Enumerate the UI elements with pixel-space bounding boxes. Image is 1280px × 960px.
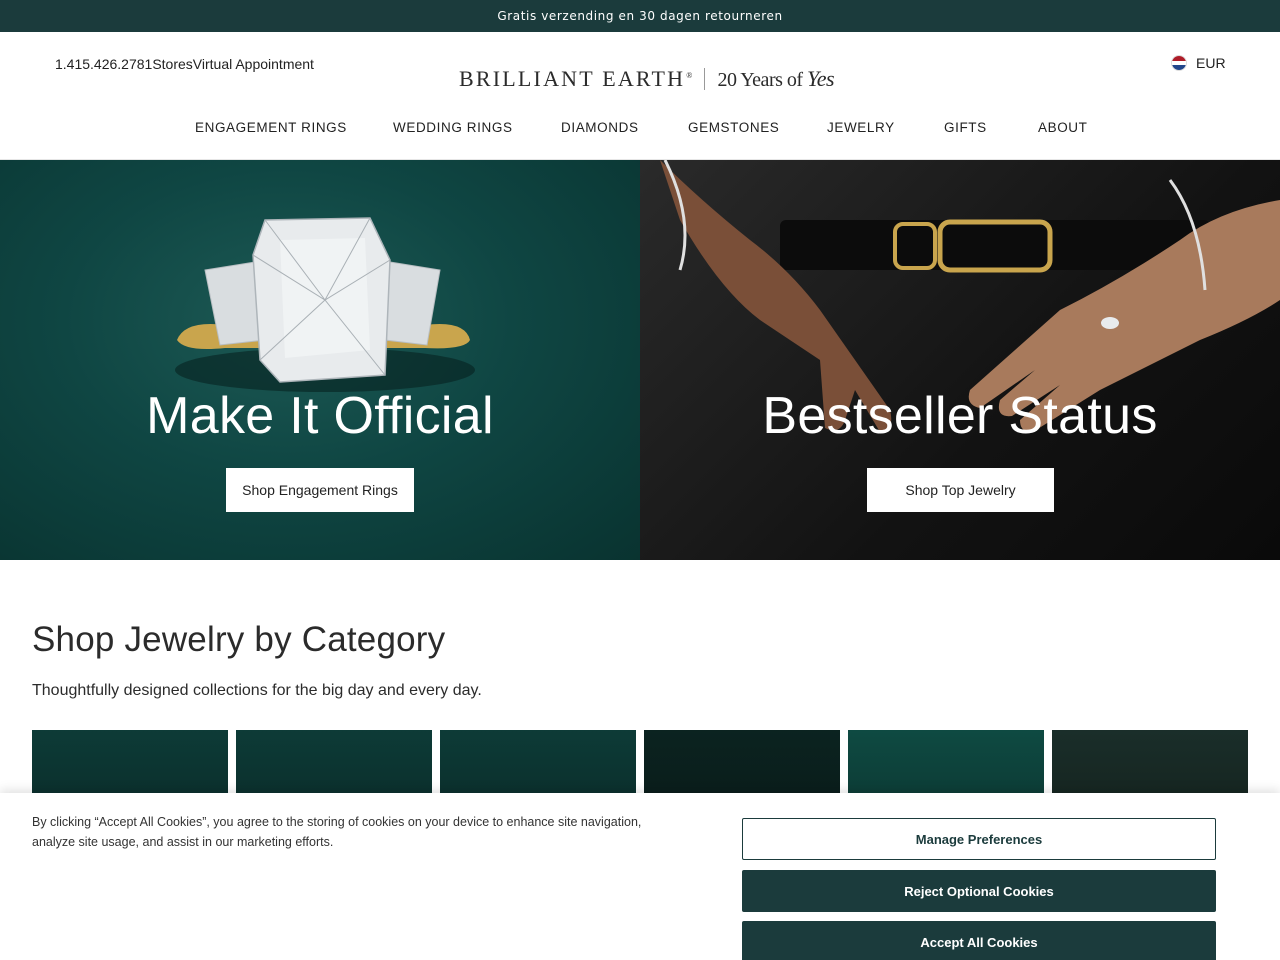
hero-banner: Make It Official Shop Engagement Rings B… [0,160,1280,560]
nav-jewelry[interactable]: JEWELRY [827,120,895,135]
nav-diamonds[interactable]: DIAMONDS [561,120,639,135]
currency-selector[interactable]: EUR [1171,55,1226,71]
logo-tagline: 20 Years of Yes [717,66,835,91]
phone-link[interactable]: 1.415.426.2781 [55,56,152,72]
category-section: Shop Jewelry by Category Thoughtfully de… [32,620,1248,700]
utility-links: 1.415.426.2781 Stores Virtual Appointmen… [55,56,314,72]
hero-title-jewelry: Bestseller Status [762,387,1158,445]
manage-preferences-button[interactable]: Manage Preferences [742,818,1216,860]
category-subtitle: Thoughtfully designed collections for th… [32,682,482,699]
logo-wordmark: BRILLIANT EARTH® [459,66,695,91]
reject-optional-cookies-button[interactable]: Reject Optional Cookies [742,870,1216,912]
hero-title-engagement: Make It Official [146,387,494,445]
promo-text: Gratis verzending en 30 dagen retournere… [497,9,783,23]
logo-divider [704,68,706,90]
category-title: Shop Jewelry by Category [32,620,446,659]
cookie-banner: By clicking “Accept All Cookies”, you ag… [0,793,1280,960]
site-header: 1.415.426.2781 Stores Virtual Appointmen… [0,32,1280,160]
nav-wedding-rings[interactable]: WEDDING RINGS [393,120,513,135]
netherlands-flag-icon [1171,55,1187,71]
nav-gemstones[interactable]: GEMSTONES [688,120,779,135]
cookie-text: By clicking “Accept All Cookies”, you ag… [32,815,642,849]
nav-gifts[interactable]: GIFTS [944,120,987,135]
stores-link[interactable]: Stores [152,56,192,72]
hero-panel-engagement[interactable]: Make It Official Shop Engagement Rings [0,160,640,560]
shop-engagement-rings-button[interactable]: Shop Engagement Rings [226,468,414,512]
accept-all-cookies-button[interactable]: Accept All Cookies [742,921,1216,960]
brand-logo[interactable]: BRILLIANT EARTH® 20 Years of Yes [459,58,835,100]
hero-panel-jewelry[interactable]: Bestseller Status Shop Top Jewelry [640,160,1280,560]
shop-top-jewelry-button[interactable]: Shop Top Jewelry [867,468,1054,512]
virtual-appointment-link[interactable]: Virtual Appointment [193,56,314,72]
promo-bar: Gratis verzending en 30 dagen retournere… [0,0,1280,32]
main-nav: ENGAGEMENT RINGS WEDDING RINGS DIAMONDS … [0,120,1280,140]
nav-engagement-rings[interactable]: ENGAGEMENT RINGS [195,120,347,135]
nav-about[interactable]: ABOUT [1038,120,1088,135]
currency-label: EUR [1196,55,1226,71]
engagement-ring-image [175,217,475,392]
